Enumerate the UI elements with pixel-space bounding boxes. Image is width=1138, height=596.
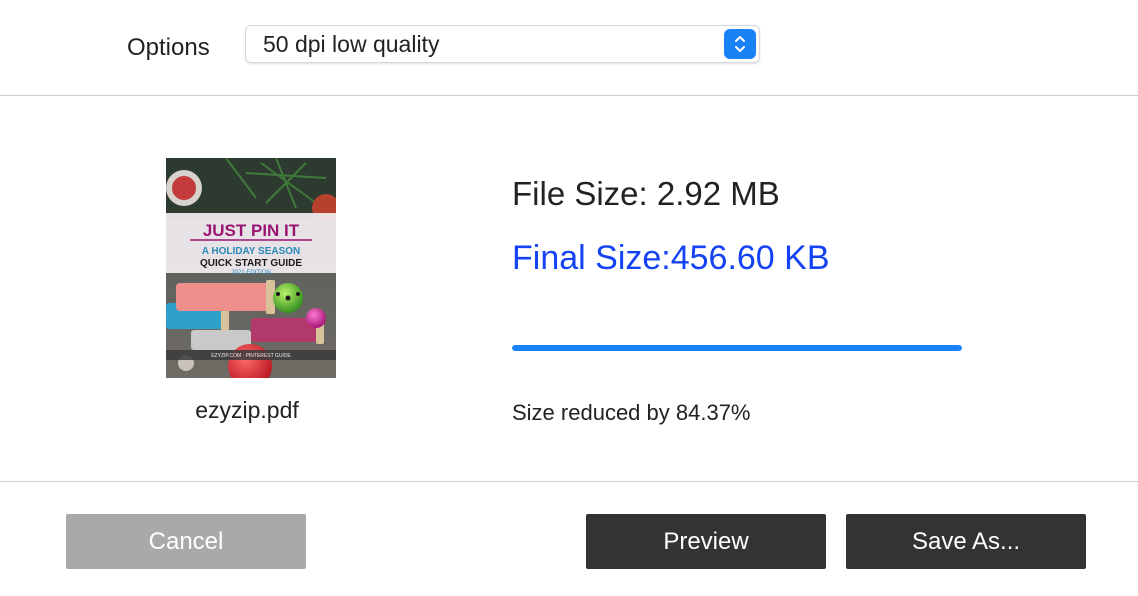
compress-dialog: Options 50 dpi low quality JUST PIN IT A… [0, 0, 1138, 596]
quality-select[interactable]: 50 dpi low quality [245, 25, 760, 63]
file-size: File Size: 2.92 MB [512, 175, 780, 212]
thumbnail-subtitle-line2: QUICK START GUIDE [200, 258, 302, 269]
options-bar: Options 50 dpi low quality [0, 0, 1138, 95]
thumbnail-footer: EZYZIP.COM · PINTEREST GUIDE [211, 353, 291, 359]
thumbnail-subtitle-line1: A HOLIDAY SEASON [202, 246, 301, 257]
divider-top [0, 95, 1138, 96]
final-size: Final Size:456.60 KB [512, 239, 830, 277]
file-name: ezyzip.pdf [195, 397, 299, 423]
cancel-button[interactable]: Cancel [66, 514, 306, 569]
preview-button[interactable]: Preview [586, 514, 826, 569]
options-label: Options [127, 34, 210, 61]
thumbnail-title: JUST PIN IT [203, 221, 300, 240]
pdf-thumbnail: JUST PIN IT A HOLIDAY SEASON QUICK START… [166, 158, 336, 378]
progress-fill [512, 345, 962, 351]
quality-select-value: 50 dpi low quality [263, 31, 440, 57]
thumbnail-edition: 2021 EDITION [231, 270, 270, 276]
save-as-button[interactable]: Save As... [846, 514, 1086, 569]
progress-bar [512, 345, 962, 351]
divider-bottom [0, 481, 1138, 482]
chevron-up-down-icon[interactable] [724, 29, 756, 59]
size-reduced-text: Size reduced by 84.37% [512, 400, 751, 425]
